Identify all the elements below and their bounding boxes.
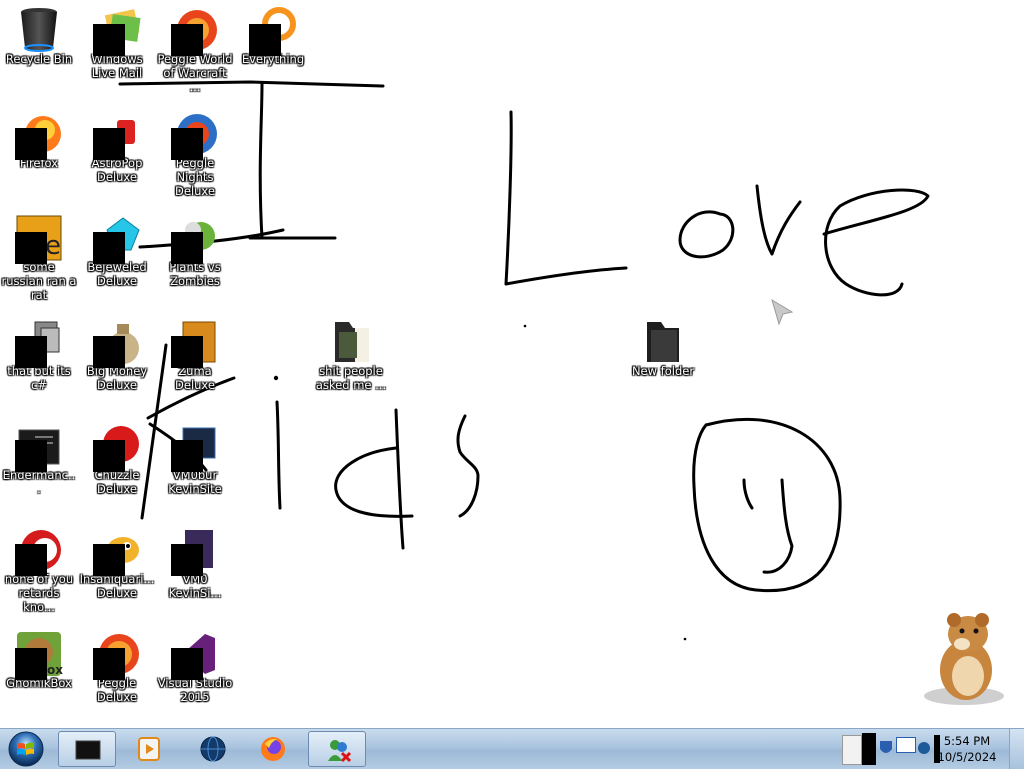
desktop-icon-label: that but its c# <box>7 364 71 392</box>
desktop-icon-astropop-deluxe[interactable]: AstroPop Deluxe <box>78 104 156 204</box>
folder-icon <box>639 318 687 366</box>
desktop-icon-label: VM0 KevinSi... <box>168 572 222 600</box>
desktop-icon-label: Peggle Nights Deluxe <box>175 156 215 198</box>
firefox-icon <box>261 737 285 761</box>
vm-file-icon <box>171 526 219 576</box>
red-ball-icon <box>15 526 63 576</box>
desktop-icon-insaniquarium-deluxe[interactable]: Insaniquari... Deluxe <box>78 520 156 620</box>
peggle-wow-icon <box>171 6 219 56</box>
desktop-icon-some-russian-ran-a-rat[interactable]: e some russian ran a rat <box>0 208 78 308</box>
peggle-nights-icon <box>171 110 219 160</box>
desktop-icon-label: Recycle Bin <box>5 52 73 66</box>
desktop-icon-peggle-nights-deluxe[interactable]: Peggle Nights Deluxe <box>156 104 234 204</box>
vm-icon <box>171 422 219 472</box>
dark-window-icon <box>15 422 63 472</box>
tray-shield-icon[interactable] <box>878 739 894 757</box>
show-desktop-button[interactable] <box>1009 729 1024 769</box>
desktop-icon-label: some russian ran a rat <box>1 260 77 302</box>
desktop-icon-label: Endermanc... <box>2 468 76 496</box>
money-bag-icon <box>93 318 141 368</box>
clock-time[interactable]: 5:54 PM <box>932 734 1002 748</box>
windows-live-mail-icon <box>93 6 141 56</box>
fish-icon <box>93 526 141 576</box>
desktop-icon-label: Big Money Deluxe <box>86 364 148 392</box>
visual-studio-icon <box>171 630 219 680</box>
desktop-icon-zuma-deluxe[interactable]: Zuma Deluxe <box>156 312 234 412</box>
taskbar-button-black-window-app[interactable] <box>58 731 116 767</box>
everything-search-icon <box>249 6 297 56</box>
desktop-icon-chuzzle-deluxe[interactable]: Chuzzle Deluxe <box>78 416 156 516</box>
desktop-icon-label: Windows Live Mail <box>91 52 143 80</box>
messenger-icon <box>328 740 352 763</box>
desktop-icon-vm0-kevinsi[interactable]: VM0 KevinSi... <box>156 520 234 620</box>
tray-redacted-icon[interactable] <box>862 733 876 765</box>
desktop-icon-shit-people-asked-me[interactable]: shit people asked me ... <box>312 312 390 412</box>
desktop-icon-peggle-deluxe[interactable]: Peggle Deluxe <box>78 624 156 724</box>
taskbar-button-globe-app[interactable] <box>184 731 242 767</box>
desktop-icon-label: Plants vs Zombies <box>169 260 221 288</box>
desktop-icon-recycle-bin[interactable]: Recycle Bin <box>0 0 78 100</box>
desktop[interactable]: Recycle Bin Firefox e some russian ran a… <box>0 0 1024 728</box>
folder-icon <box>327 318 375 366</box>
orange-app-icon: e <box>15 214 63 264</box>
desktop-icon-endermanc[interactable]: Endermanc... <box>0 416 78 516</box>
hamster-pet-icon[interactable] <box>918 604 1010 708</box>
desktop-icon-none-of-you[interactable]: none of you retards kno... <box>0 520 78 620</box>
black-window-app-icon <box>75 740 101 760</box>
desktop-icon-label: Peggle World of Warcraft ... <box>157 52 233 94</box>
desktop-icon-label: VM0bur KevinSite <box>168 468 222 496</box>
desktop-icon-vm0bur-kevinsite[interactable]: VM0bur KevinSite <box>156 416 234 516</box>
globe-icon <box>200 736 226 762</box>
desktop-icon-label: Peggle Deluxe <box>97 676 137 704</box>
zuma-icon <box>171 318 219 368</box>
desktop-icon-windows-live-mail[interactable]: Windows Live Mail <box>78 0 156 100</box>
desktop-icon-label: AstroPop Deluxe <box>91 156 143 184</box>
desktop-icon-bejeweled-deluxe[interactable]: Bejeweled Deluxe <box>78 208 156 308</box>
desktop-icon-firefox[interactable]: Firefox <box>0 104 78 204</box>
svg-text:e: e <box>45 231 61 261</box>
desktop-icon-label: none of you retards kno... <box>4 572 74 614</box>
plants-vs-zombies-icon <box>171 214 219 264</box>
desktop-icon-label: shit people asked me ... <box>315 364 387 392</box>
desktop-icon-visual-studio-2015[interactable]: Visual Studio 2015 <box>156 624 234 724</box>
desktop-icon-ghomikbox[interactable]: ox GhomikBox <box>0 624 78 724</box>
tray-app-icon[interactable] <box>842 735 862 765</box>
peggle-icon <box>93 630 141 680</box>
taskbar-button-firefox[interactable] <box>244 731 302 767</box>
media-player-icon <box>138 737 160 761</box>
window-stack-icon <box>15 318 63 368</box>
desktop-icon-big-money-deluxe[interactable]: Big Money Deluxe <box>78 312 156 412</box>
taskbar: 5:54 PM 10/5/2024 <box>0 728 1024 769</box>
desktop-icon-peggle-wow[interactable]: Peggle World of Warcraft ... <box>156 0 234 100</box>
svg-text:ox: ox <box>47 663 63 677</box>
astropop-icon <box>93 110 141 160</box>
desktop-icon-new-folder[interactable]: New folder <box>624 312 702 412</box>
desktop-icon-label: Zuma Deluxe <box>175 364 215 392</box>
desktop-icon-plants-vs-zombies[interactable]: Plants vs Zombies <box>156 208 234 308</box>
desktop-icon-that-but-its-csharp[interactable]: that but its c# <box>0 312 78 412</box>
desktop-icon-everything[interactable]: Everything <box>234 0 312 100</box>
desktop-icon-label: Bejeweled Deluxe <box>87 260 147 288</box>
taskbar-button-media-player[interactable] <box>120 731 178 767</box>
recycle-bin-icon <box>15 6 63 54</box>
desktop-icon-label: Visual Studio 2015 <box>157 676 233 704</box>
clock-date[interactable]: 10/5/2024 <box>932 750 1002 764</box>
desktop-icon-label: Chuzzle Deluxe <box>94 468 140 496</box>
hamster-box-icon: ox <box>15 630 63 680</box>
tray-network-icon[interactable] <box>896 737 916 753</box>
desktop-icon-label: New folder <box>631 364 695 378</box>
chuzzle-icon <box>93 422 141 472</box>
bejeweled-icon <box>93 214 141 264</box>
firefox-icon <box>15 110 63 160</box>
desktop-icon-label: Insaniquari... Deluxe <box>79 572 155 600</box>
taskbar-button-messenger-app[interactable] <box>308 731 366 767</box>
start-button[interactable] <box>4 730 48 768</box>
system-tray: 5:54 PM 10/5/2024 <box>838 729 1024 769</box>
mouse-cursor-icon <box>771 298 794 326</box>
windows-logo-icon <box>8 731 44 767</box>
tray-globe-icon[interactable] <box>916 739 932 757</box>
